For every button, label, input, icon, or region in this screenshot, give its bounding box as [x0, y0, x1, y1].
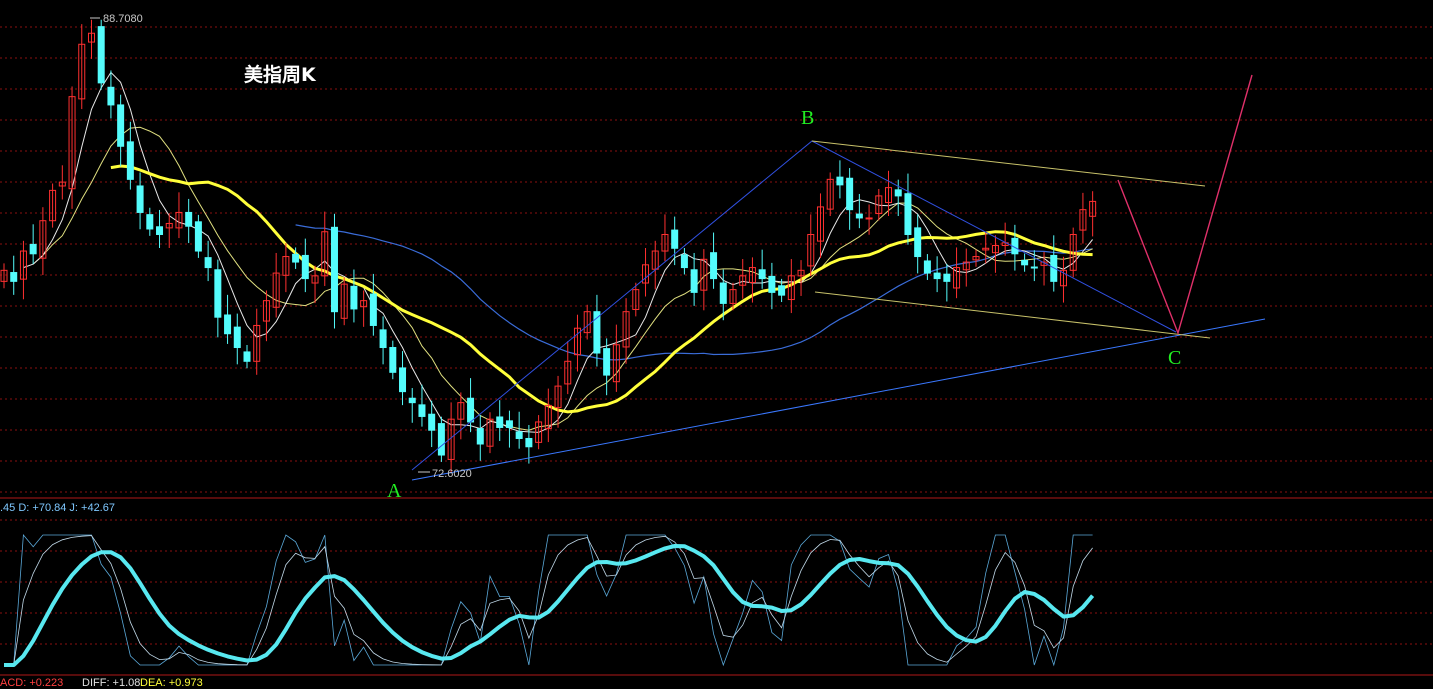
candle-down	[389, 347, 397, 373]
candle-down	[603, 348, 611, 376]
channel-upper-line	[811, 140, 1206, 187]
candle-down	[379, 329, 387, 349]
low-price-marker: 72.6020	[432, 468, 472, 480]
candle-down	[107, 86, 115, 106]
macd-dea-readout: DEA: +0.973	[140, 677, 203, 689]
candle-down	[418, 404, 426, 417]
macd-diff-readout: DIFF: +1.08	[82, 677, 140, 689]
candle-down	[680, 254, 688, 269]
wave-label-b: B	[801, 107, 814, 129]
candle-down	[185, 211, 193, 227]
candle-down	[515, 431, 523, 439]
kdj-j-line	[4, 533, 1093, 667]
candle-down	[194, 221, 202, 252]
candle-down	[671, 229, 679, 249]
candle-down	[301, 254, 309, 280]
candle-down	[233, 326, 241, 349]
candle-down	[476, 428, 484, 445]
candle-down	[758, 269, 766, 280]
candle-down	[778, 285, 786, 296]
candle-down	[117, 104, 125, 147]
candle-down	[836, 176, 844, 186]
kdj-d-line	[4, 544, 1095, 667]
candlestick-series	[0, 19, 1097, 473]
candle-down	[933, 272, 941, 280]
candle-down	[214, 269, 222, 318]
grid-lines	[0, 26, 1433, 676]
candle-down	[719, 282, 727, 304]
candle-down	[29, 243, 37, 255]
candle-up	[865, 217, 873, 220]
candle-down	[136, 185, 144, 213]
kdj-readout: .45 D: +70.84 J: +42.67	[0, 502, 115, 514]
candle-down	[126, 141, 134, 180]
candle-down	[243, 351, 251, 362]
macd-readout: ACD: +0.223	[0, 677, 63, 689]
candle-down	[943, 273, 951, 282]
candle-down	[496, 416, 504, 428]
candle-down	[904, 193, 912, 235]
candle-down	[894, 189, 902, 197]
candle-down	[292, 253, 300, 263]
candle-down	[467, 397, 475, 423]
candle-down	[855, 213, 863, 219]
candle-down	[1030, 266, 1038, 269]
candle-down	[350, 285, 358, 310]
weekly-candlestick-chart: 美指周K 88.7080 72.6020 A B C .45 D: +70.84…	[0, 13, 1433, 689]
candle-down	[204, 257, 212, 269]
kdj-indicator-pane	[4, 533, 1095, 667]
candle-down	[1021, 259, 1029, 266]
high-price-marker: 88.7080	[103, 13, 143, 25]
candle-down	[914, 227, 922, 258]
candle-down	[97, 26, 105, 84]
candle-down	[710, 252, 718, 280]
candle-down	[399, 367, 407, 393]
projection-path	[1117, 74, 1253, 336]
candle-down	[923, 260, 931, 274]
candle-down	[330, 226, 338, 313]
ma-thick-yellow-line	[110, 164, 1093, 414]
chart-title: 美指周K	[244, 63, 317, 86]
candle-down	[846, 177, 854, 211]
candle-down	[369, 293, 377, 326]
candle-down	[156, 226, 164, 235]
candle-down	[525, 437, 533, 448]
candle-down	[10, 272, 18, 282]
kdj-k-line	[4, 535, 1093, 666]
candle-down	[437, 423, 445, 456]
candle-down	[768, 275, 776, 293]
candle-down	[408, 397, 416, 404]
rising-trend-line	[411, 318, 1266, 481]
channel-lower-line	[814, 291, 1211, 339]
candle-down	[690, 269, 698, 293]
candle-down	[146, 214, 154, 230]
candle-down	[428, 413, 436, 431]
wave-label-c: C	[1168, 347, 1181, 369]
candle-down	[224, 314, 232, 335]
wave-label-a: A	[387, 480, 402, 502]
candle-down	[505, 420, 513, 428]
